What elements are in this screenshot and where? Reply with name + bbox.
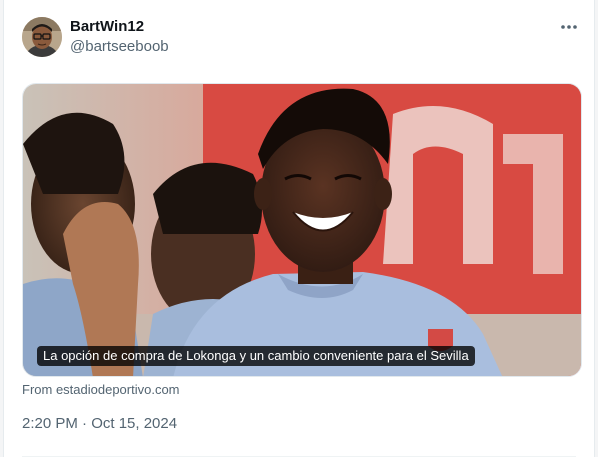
media-caption: La opción de compra de Lokonga y un camb… (37, 346, 475, 366)
person-with-glasses-avatar-icon (22, 17, 62, 57)
author-name[interactable]: BartWin12 (70, 18, 144, 36)
author-handle[interactable]: @bartseeboob (70, 38, 169, 56)
more-horizontal-icon[interactable] (558, 20, 580, 34)
media-source[interactable]: From estadiodeportivo.com (22, 382, 180, 398)
tweet-card: BartWin12 @bartseeboob La opción de comp… (3, 0, 595, 457)
media-image[interactable]: La opción de compra de Lokonga y un camb… (22, 83, 582, 377)
tweet-timestamp[interactable]: 2:20 PM · Oct 15, 2024 (22, 414, 177, 434)
player-photo (23, 84, 581, 376)
author-avatar[interactable] (22, 17, 62, 57)
